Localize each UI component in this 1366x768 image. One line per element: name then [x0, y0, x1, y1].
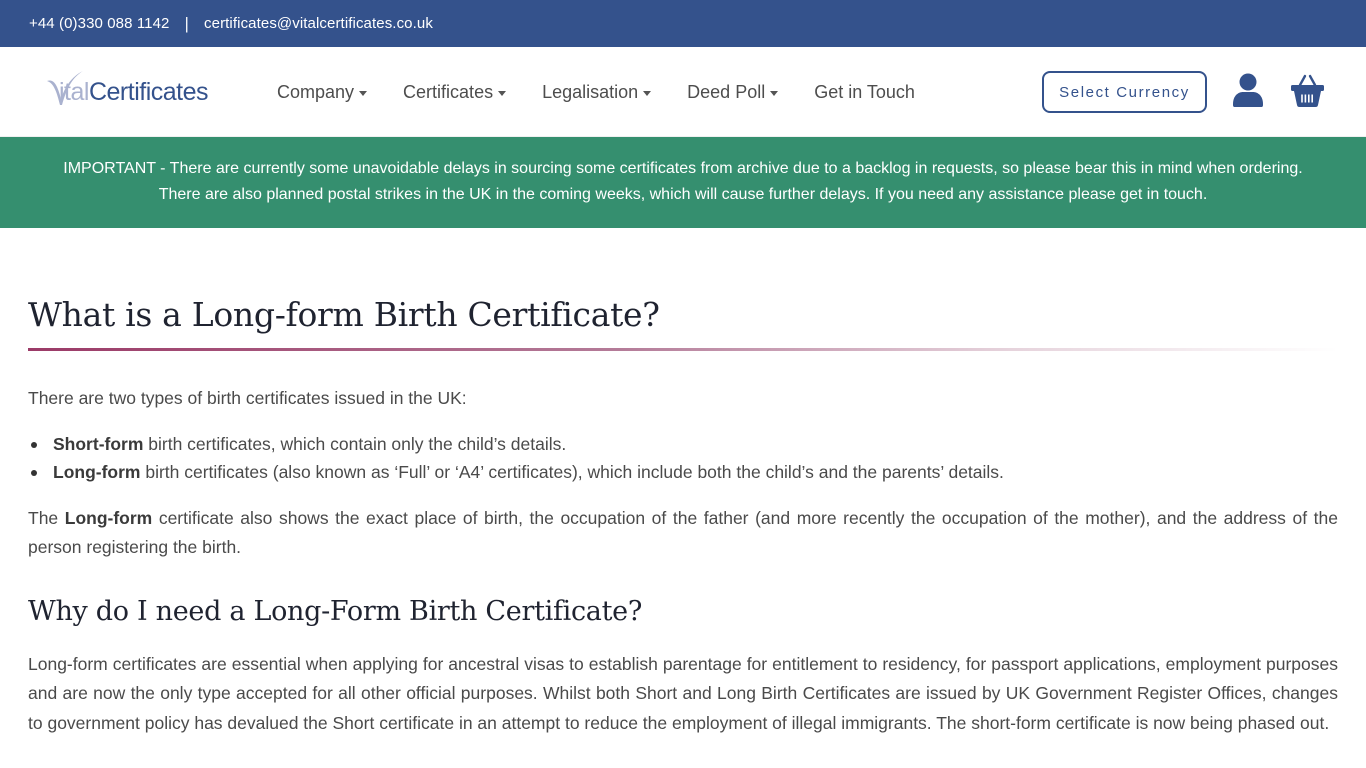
- nav-item-label: Deed Poll: [687, 81, 766, 102]
- logo-text: italCertificates: [59, 78, 209, 107]
- logo-text-vital: ital: [59, 78, 89, 106]
- nav-item-deed-poll[interactable]: Deed Poll: [687, 81, 779, 103]
- user-account-icon[interactable]: [1232, 73, 1264, 109]
- important-notice-banner: IMPORTANT - There are currently some una…: [0, 137, 1366, 228]
- nav-item-legalisation[interactable]: Legalisation: [542, 81, 652, 103]
- list-item-text: birth certificates (also known as ‘Full’…: [140, 462, 1004, 482]
- title-divider: [28, 348, 1338, 351]
- site-header: italCertificates Company Certificates Le…: [0, 47, 1366, 137]
- phone-link[interactable]: +44 (0)330 088 1142: [29, 15, 170, 32]
- contact-separator: |: [184, 13, 190, 33]
- caret-down-icon: [498, 90, 507, 96]
- certificate-types-list: Short-form birth certificates, which con…: [28, 430, 1338, 486]
- select-currency-button[interactable]: Select Currency: [1042, 71, 1207, 113]
- page-title: What is a Long-form Birth Certificate?: [28, 295, 660, 334]
- list-item-bold: Short-form: [53, 434, 144, 454]
- caret-down-icon: [359, 90, 368, 96]
- why-needed-paragraph: Long-form certificates are essential whe…: [28, 654, 1338, 733]
- nav-item-label: Get in Touch: [814, 81, 915, 102]
- nav-item-company[interactable]: Company: [277, 81, 368, 103]
- nav-item-certificates[interactable]: Certificates: [403, 81, 507, 103]
- list-item-bold: Long-form: [53, 462, 141, 482]
- section-title: Why do I need a Long-Form Birth Certific…: [28, 596, 643, 627]
- main-nav: Company Certificates Legalisation Deed P…: [277, 47, 951, 137]
- list-item: Short-form birth certificates, which con…: [31, 430, 1338, 458]
- list-item-text: birth certificates, which contain only t…: [143, 434, 567, 454]
- list-item: Long-form birth certificates (also known…: [31, 458, 1338, 486]
- intro-paragraph: There are two types of birth certificate…: [28, 388, 467, 408]
- nav-item-get-in-touch[interactable]: Get in Touch: [814, 82, 915, 103]
- para-bold: Long-form: [64, 508, 153, 528]
- nav-item-label: Company: [277, 81, 355, 102]
- notice-line-2: There are also planned postal strikes in…: [158, 186, 1208, 203]
- para-text: certificate also shows the exact place o…: [28, 508, 1338, 557]
- top-contact-bar: +44 (0)330 088 1142 | certificates@vital…: [0, 0, 1366, 47]
- main-content: What is a Long-form Birth Certificate? T…: [28, 228, 1338, 738]
- nav-item-label: Legalisation: [542, 81, 639, 102]
- long-form-details-paragraph: The Long-form certificate also shows the…: [28, 504, 1338, 562]
- logo-text-certificates: Certificates: [88, 78, 209, 106]
- caret-down-icon: [643, 90, 652, 96]
- para-text: The: [28, 508, 65, 528]
- shopping-basket-icon[interactable]: [1290, 73, 1325, 109]
- caret-down-icon: [770, 90, 779, 96]
- notice-line-1: IMPORTANT - There are currently some una…: [63, 160, 1303, 177]
- nav-item-label: Certificates: [403, 81, 494, 102]
- email-link[interactable]: certificates@vitalcertificates.co.uk: [204, 15, 433, 32]
- site-logo[interactable]: italCertificates: [45, 69, 225, 109]
